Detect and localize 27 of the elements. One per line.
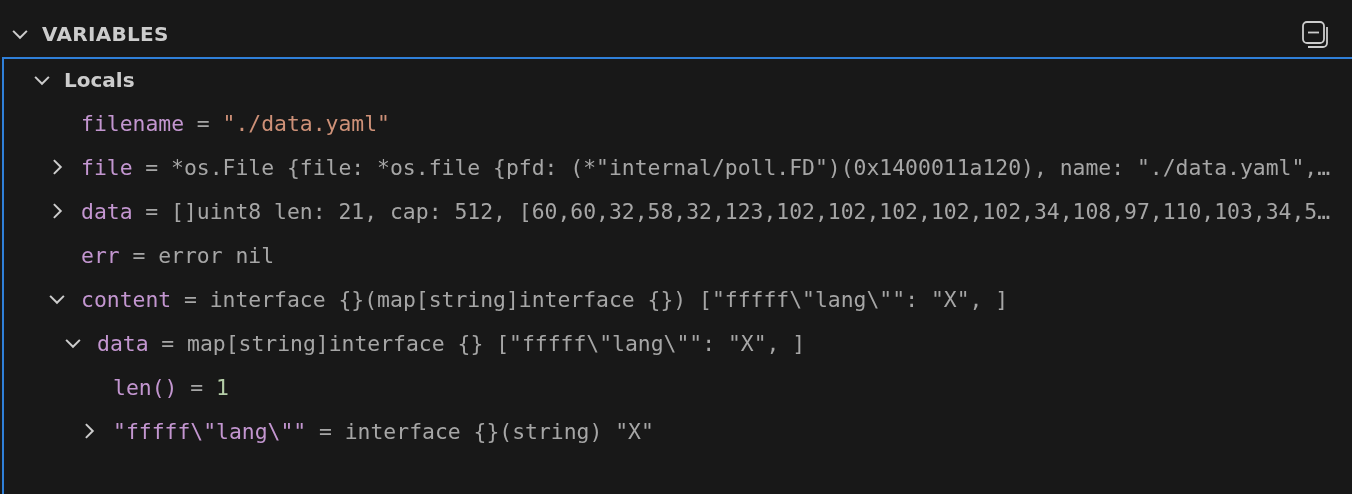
panel-title: VARIABLES (42, 21, 169, 46)
equals-sign: = (161, 330, 175, 356)
collapse-all-icon[interactable] (1300, 18, 1330, 49)
equals-sign: = (190, 374, 204, 400)
variable-name: data (97, 330, 149, 356)
variable-name: err (81, 242, 120, 268)
variable-value: *os.File {file: *os.file {pfd: (*"internal/poll.FD")(0x1400011a120), name: "./data.yaml",… (171, 154, 1331, 180)
variable-value: interface {}(string) "X" (344, 418, 654, 444)
scope-label[interactable]: Locals (64, 68, 135, 92)
variable-value: []uint8 len: 21, cap: 512, [60,60,32,58,32,123,102,102,102,102,102,34,108,97,110,103,34,5… (171, 198, 1331, 224)
variable-name: "fffff\"lang\"" (113, 418, 307, 444)
equals-sign: = (145, 198, 159, 224)
variable-value: error nil (158, 242, 275, 268)
variable-value: "./data.yaml" (222, 110, 390, 136)
equals-sign: = (196, 110, 210, 136)
variable-name: file (81, 154, 133, 180)
variable-name: len() (113, 374, 178, 400)
equals-sign: = (184, 286, 197, 312)
variable-name: filename (81, 110, 185, 136)
variable-value: map[string]interface {} ["fffff\"lang\"": "X", ] (187, 330, 806, 356)
equals-sign: = (319, 418, 332, 444)
variable-value: interface {}(map[string]interface {}) ["fffff\"lang\"": "X", ] (209, 286, 1009, 312)
equals-sign: = (145, 154, 159, 180)
equals-sign: = (132, 242, 146, 268)
variable-name: content (81, 286, 172, 312)
variable-name: data (81, 198, 133, 224)
variable-value: 1 (215, 374, 229, 400)
